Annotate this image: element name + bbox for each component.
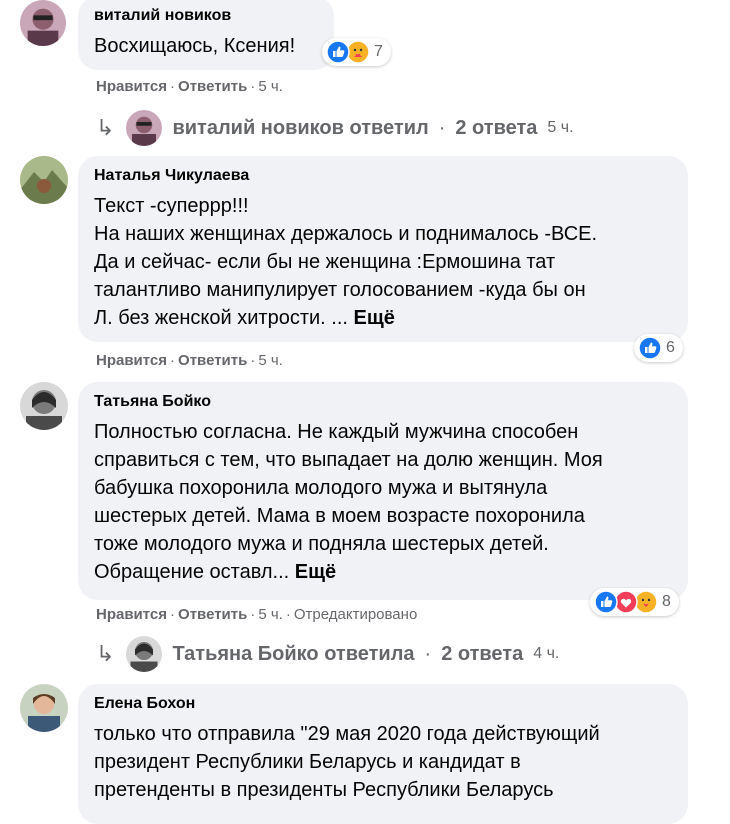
reply-arrow-icon: ↳	[96, 115, 115, 140]
reply-author-text: Татьяна Бойко ответила	[172, 642, 415, 665]
comment-author[interactable]: Елена Бохон	[94, 694, 672, 714]
comment-actions: Нравится · Ответить · 5 ч. · Отредактировано	[96, 606, 418, 623]
reaction-count: 7	[374, 43, 383, 60]
reply-count: 2 ответа	[455, 116, 538, 139]
avatar-elena[interactable]	[20, 684, 68, 732]
like-link[interactable]: Нравится	[96, 606, 167, 623]
reaction-count: 6	[666, 339, 675, 356]
comment-bubble: Наталья Чикулаева Текст -суперрр!!! На н…	[78, 156, 688, 342]
comment-actions: Нравится · Ответить · 5 ч.	[96, 352, 283, 369]
avatar-tatyana-small	[126, 636, 163, 672]
comment-text: Текст -суперрр!!! На наших женщинах держ…	[94, 195, 598, 329]
reaction-summary[interactable]: 8	[590, 588, 679, 616]
reaction-summary[interactable]: 6	[634, 334, 683, 362]
reply-link[interactable]: Ответить	[178, 352, 247, 369]
comment-bubble: Татьяна Бойко Полностью согласна. Не каж…	[78, 382, 688, 600]
comment-time[interactable]: 5 ч.	[258, 352, 283, 369]
comment-author[interactable]: Наталья Чикулаева	[94, 166, 672, 186]
reply-arrow-icon: ↳	[96, 641, 115, 666]
edited-label: Отредактировано	[293, 606, 418, 623]
reply-count: 2 ответа	[441, 642, 524, 665]
comment-time[interactable]: 5 ч.	[258, 606, 283, 623]
avatar-vitaliy[interactable]	[20, 0, 66, 46]
see-more-link[interactable]: Ещё	[295, 561, 336, 583]
like-icon	[326, 40, 350, 64]
comment-author[interactable]: Татьяна Бойко	[94, 392, 672, 412]
comment-bubble: Елена Бохон только что отправила "29 мая…	[78, 684, 688, 824]
comment-text: Восхищаюсь, Ксения!	[94, 35, 296, 57]
reply-link[interactable]: Ответить	[178, 606, 247, 623]
comment-bubble: виталий новиков Восхищаюсь, Ксения!	[78, 0, 334, 70]
reply-link[interactable]: Ответить	[178, 78, 247, 95]
replies-summary[interactable]: ↳ Татьяна Бойко ответила · 2 ответа 4 ч.	[96, 636, 559, 672]
reply-time: 4 ч.	[533, 645, 560, 662]
reply-time: 5 ч.	[547, 119, 574, 136]
reaction-count: 8	[662, 593, 671, 610]
like-link[interactable]: Нравится	[96, 352, 167, 369]
avatar-vitaliy-small	[126, 110, 163, 146]
comment-author[interactable]: виталий новиков	[94, 6, 318, 26]
avatar-tatyana[interactable]	[20, 382, 68, 430]
comment-time[interactable]: 5 ч.	[258, 78, 283, 95]
reaction-summary[interactable]: 7	[322, 38, 391, 66]
comment-actions: Нравится · Ответить · 5 ч.	[96, 78, 283, 95]
reply-author-text: виталий новиков ответил	[172, 116, 429, 139]
like-icon	[594, 590, 618, 614]
avatar-natalya[interactable]	[20, 156, 68, 204]
see-more-link[interactable]: Ещё	[354, 307, 395, 329]
comment-text: только что отправила "29 мая 2020 года д…	[94, 723, 600, 801]
comment-text: Полностью согласна. Не каждый мужчина сп…	[94, 421, 603, 583]
replies-summary[interactable]: ↳ виталий новиков ответил · 2 ответа 5 ч…	[96, 110, 574, 146]
like-icon	[638, 336, 662, 360]
like-link[interactable]: Нравится	[96, 78, 167, 95]
